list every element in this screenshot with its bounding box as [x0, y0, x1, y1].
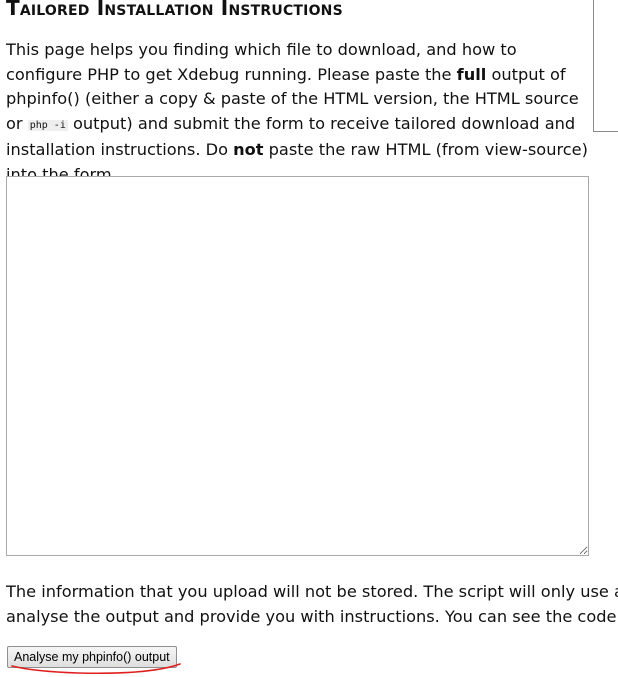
php-i-command: php -i: [27, 119, 68, 131]
intro-bold-full: full: [456, 64, 487, 84]
page: Tailored Installation Instructions This …: [0, 0, 618, 677]
info-line-1: The information that you upload will not…: [6, 582, 618, 601]
phpinfo-textarea[interactable]: [6, 176, 589, 556]
intro-paragraph: This page helps you finding which file t…: [6, 38, 591, 188]
page-title: Tailored Installation Instructions: [6, 0, 343, 20]
intro-text-1: This page helps you finding which file t…: [6, 40, 517, 84]
sidebar-box-edge: [593, 0, 618, 132]
red-underline-stroke: [11, 663, 181, 675]
intro-bold-not: not: [233, 140, 264, 160]
info-line-2: analyse the output and provide you with …: [6, 606, 618, 626]
privacy-info-paragraph: The information that you upload will not…: [6, 580, 618, 629]
red-underline-annotation: [11, 663, 181, 675]
